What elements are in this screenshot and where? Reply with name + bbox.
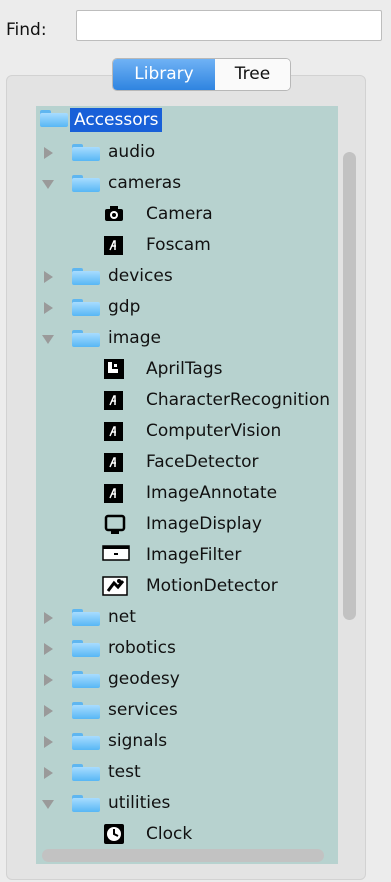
expanded-arrow-icon[interactable] <box>42 180 54 189</box>
accessor-tree[interactable]: Accessors audio cameras Camera Foscam device… <box>36 106 338 864</box>
folder-icon <box>40 110 68 127</box>
tree-folder-label: robotics <box>108 638 176 658</box>
tree-item-label: FaceDetector <box>146 452 259 472</box>
tree-item-label: Clock <box>146 824 193 844</box>
collapsed-arrow-icon[interactable] <box>44 612 53 624</box>
tree-item-facedetector[interactable]: FaceDetector <box>36 447 338 478</box>
tree-item-label: AprilTags <box>146 359 223 379</box>
tree-folder-gdp[interactable]: gdp <box>36 292 338 323</box>
tree-item-foscam[interactable]: Foscam <box>36 230 338 261</box>
monitor-icon <box>104 514 126 541</box>
tree-root-row[interactable]: Accessors <box>36 106 338 137</box>
tree-folder-label: gdp <box>108 297 141 317</box>
tree-folder-label: devices <box>108 266 173 286</box>
collapsed-arrow-icon[interactable] <box>44 705 53 717</box>
tab-tree[interactable]: Tree <box>215 59 290 90</box>
tree-item-label: Camera <box>146 204 213 224</box>
collapsed-arrow-icon[interactable] <box>44 736 53 748</box>
tree-folder-signals[interactable]: signals <box>36 726 338 757</box>
accessor-icon <box>104 422 123 441</box>
expanded-arrow-icon[interactable] <box>42 800 54 809</box>
tree-item-characterrecognition[interactable]: CharacterRecognition <box>36 385 338 416</box>
tree-folder-robotics[interactable]: robotics <box>36 633 338 664</box>
expanded-arrow-icon[interactable] <box>42 335 54 344</box>
tree-folder-net[interactable]: net <box>36 602 338 633</box>
tree-folder-label: utilities <box>108 793 171 813</box>
folder-icon <box>72 671 100 688</box>
tab-library[interactable]: Library <box>113 59 215 90</box>
tree-item-label: ImageAnnotate <box>146 483 278 503</box>
tree-folder-label: image <box>108 328 161 348</box>
folder-icon <box>72 268 100 285</box>
tree-folder-label: services <box>108 700 178 720</box>
collapsed-arrow-icon[interactable] <box>44 147 53 159</box>
folder-icon <box>72 640 100 657</box>
tree-item-label: ComputerVision <box>146 421 282 441</box>
filter-icon <box>102 545 130 566</box>
accessor-icon <box>104 484 123 503</box>
tree-item-label: MotionDetector <box>146 576 278 596</box>
tree-item-camera[interactable]: Camera <box>36 199 338 230</box>
folder-icon <box>72 702 100 719</box>
folder-icon <box>72 609 100 626</box>
tree-folder-services[interactable]: services <box>36 695 338 726</box>
tree-folder-label: audio <box>108 142 156 162</box>
collapsed-arrow-icon[interactable] <box>44 643 53 655</box>
tree-folder-label: cameras <box>108 173 182 193</box>
collapsed-arrow-icon[interactable] <box>44 674 53 686</box>
tree-item-label: ImageFilter <box>146 545 242 565</box>
accessor-icon <box>104 391 123 410</box>
tree-item-label: ImageDisplay <box>146 514 262 534</box>
tree-folder-label: signals <box>108 731 168 751</box>
tree-folder-test[interactable]: test <box>36 757 338 788</box>
tree-folder-audio[interactable]: audio <box>36 137 338 168</box>
motion-icon <box>102 576 128 601</box>
folder-icon <box>72 733 100 750</box>
tree-root-label[interactable]: Accessors <box>70 108 163 132</box>
find-input[interactable] <box>76 10 382 41</box>
folder-icon <box>72 175 100 192</box>
folder-icon <box>72 795 100 812</box>
accessor-icon <box>104 453 123 472</box>
camera-icon <box>104 204 124 229</box>
tree-item-apriltags[interactable]: AprilTags <box>36 354 338 385</box>
tree-folder-label: geodesy <box>108 669 180 689</box>
tree-item-imagefilter[interactable]: ImageFilter <box>36 540 338 571</box>
vertical-scrollbar[interactable] <box>343 152 356 620</box>
horizontal-scrollbar[interactable] <box>42 849 324 862</box>
apriltag-icon <box>104 359 124 384</box>
tree-item-imagedisplay[interactable]: ImageDisplay <box>36 509 338 540</box>
folder-icon <box>72 144 100 161</box>
tree-folder-geodesy[interactable]: geodesy <box>36 664 338 695</box>
folder-icon <box>72 299 100 316</box>
tree-item-computervision[interactable]: ComputerVision <box>36 416 338 447</box>
tree-item-clock[interactable]: Clock <box>36 819 338 850</box>
tree-folder-label: net <box>108 607 136 627</box>
tree-folder-label: test <box>108 762 141 782</box>
tree-folder-utilities[interactable]: utilities <box>36 788 338 819</box>
folder-icon <box>72 330 100 347</box>
tree-item-motiondetector[interactable]: MotionDetector <box>36 571 338 602</box>
collapsed-arrow-icon[interactable] <box>44 767 53 779</box>
collapsed-arrow-icon[interactable] <box>44 302 53 314</box>
tree-folder-cameras[interactable]: cameras <box>36 168 338 199</box>
tree-folder-image[interactable]: image <box>36 323 338 354</box>
find-label: Find: <box>6 20 47 40</box>
tree-item-label: CharacterRecognition <box>146 390 331 410</box>
tree-folder-devices[interactable]: devices <box>36 261 338 292</box>
view-tabs: Library Tree <box>112 58 291 91</box>
collapsed-arrow-icon[interactable] <box>44 271 53 283</box>
folder-icon <box>72 764 100 781</box>
tree-item-imageannotate[interactable]: ImageAnnotate <box>36 478 338 509</box>
tree-item-label: Foscam <box>146 235 211 255</box>
clock-icon <box>104 824 124 849</box>
accessor-icon <box>104 236 123 255</box>
